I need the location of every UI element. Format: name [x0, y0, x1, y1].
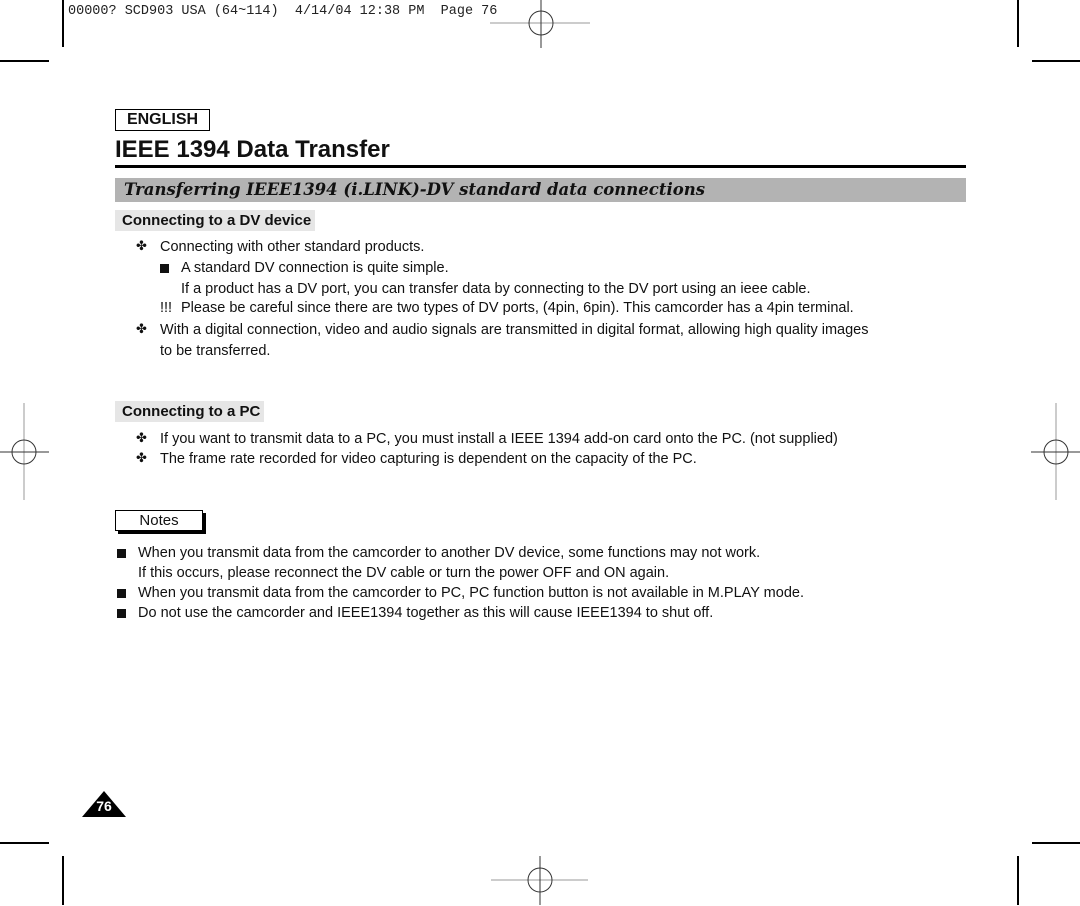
crop-mark-bottom-right-v [1017, 856, 1019, 905]
registration-mark-top [490, 0, 590, 48]
section-title: Transferring IEEE1394 (i.LINK)-DV standa… [124, 180, 706, 199]
pc-section-heading: Connecting to a PC [115, 401, 265, 422]
crop-mark-top-right-v [1017, 0, 1019, 47]
note-text: When you transmit data from the camcorde… [138, 585, 804, 601]
crop-mark-top-right-h [1032, 60, 1080, 62]
dv-line-text: With a digital connection, video and aud… [160, 322, 869, 338]
language-tab: ENGLISH [115, 109, 210, 131]
dv-line-text: If a product has a DV port, you can tran… [181, 281, 811, 297]
note-text: If this occurs, please reconnect the DV … [138, 565, 670, 581]
square-bullet-icon [117, 549, 126, 558]
registration-mark-bottom [491, 856, 588, 905]
cross-bullet-icon: ✤ [136, 321, 147, 336]
cross-bullet-icon: ✤ [136, 450, 147, 465]
crop-mark-bottom-right-h [1032, 842, 1080, 844]
dv-line-text: to be transferred. [160, 343, 271, 359]
crop-mark-bottom-left-v [62, 856, 64, 905]
square-bullet-icon [117, 609, 126, 618]
dv-section-heading: Connecting to a DV device [115, 210, 316, 231]
dv-line-text: Please be careful since there are two ty… [181, 300, 854, 316]
crop-mark-top-left-v [62, 0, 64, 47]
pc-line-text: The frame rate recorded for video captur… [160, 451, 697, 467]
cross-bullet-icon: ✤ [136, 430, 147, 445]
notes-label: Notes [115, 510, 203, 531]
cross-bullet-icon: ✤ [136, 238, 147, 253]
note-text: When you transmit data from the camcorde… [138, 545, 761, 561]
crop-mark-bottom-left-h [0, 842, 49, 844]
printer-slug-line: 00000? SCD903 USA (64~114) 4/14/04 12:38… [68, 4, 498, 19]
title-rule [115, 165, 966, 168]
note-text: Do not use the camcorder and IEEE1394 to… [138, 605, 714, 621]
square-bullet-icon [160, 264, 169, 273]
caution-marker: !!! [160, 300, 173, 316]
square-bullet-icon [117, 589, 126, 598]
registration-mark-left [0, 403, 49, 500]
dv-line-text: A standard DV connection is quite simple… [181, 260, 449, 276]
pc-line-text: If you want to transmit data to a PC, yo… [160, 431, 838, 447]
dv-line-text: Connecting with other standard products. [160, 239, 425, 255]
page-title: IEEE 1394 Data Transfer [115, 136, 390, 163]
page-number: 76 [96, 798, 112, 814]
registration-mark-right [1031, 403, 1080, 500]
crop-mark-top-left-h [0, 60, 49, 62]
